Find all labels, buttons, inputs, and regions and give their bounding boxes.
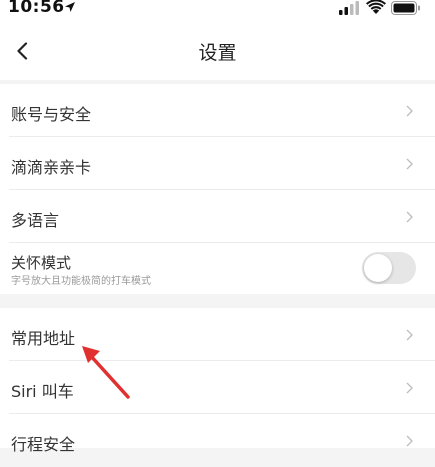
location-arrow-icon — [65, 2, 75, 12]
row-label: 行程安全 — [11, 435, 76, 454]
row-label: 常用地址 — [11, 329, 76, 348]
row-label: 多语言 — [11, 211, 60, 230]
settings-row-care-mode: 关怀模式 字号放大且功能极简的打车模式 — [0, 243, 435, 294]
settings-row-family-card[interactable]: 滴滴亲亲卡 — [0, 137, 435, 190]
page-title: 设置 — [198, 42, 237, 64]
row-label: Siri 叫车 — [11, 382, 74, 401]
row-subtitle: 字号放大且功能极简的打车模式 — [11, 276, 151, 287]
care-mode-toggle[interactable] — [362, 252, 416, 284]
toggle-knob — [364, 254, 392, 282]
settings-group-travel: 常用地址 Siri 叫车 行程安全 — [0, 308, 435, 454]
chevron-right-icon — [406, 158, 413, 170]
settings-row-common-address[interactable]: 常用地址 — [0, 308, 435, 361]
chevron-right-icon — [406, 105, 413, 117]
chevron-right-icon — [406, 329, 413, 341]
settings-group-account: 账号与安全 滴滴亲亲卡 多语言 关怀模式 字号放大且功能极简的打车模式 — [0, 84, 435, 294]
chevron-right-icon — [406, 382, 413, 394]
navigation-bar: 设置 — [0, 22, 435, 80]
settings-row-language[interactable]: 多语言 — [0, 190, 435, 243]
chevron-right-icon — [406, 211, 413, 223]
battery-icon — [391, 1, 420, 15]
row-label: 关怀模式 — [11, 254, 72, 272]
wifi-icon — [366, 0, 386, 14]
status-bar: 10:56 — [0, 0, 435, 22]
signal-icon — [339, 1, 359, 15]
status-time: 10:56 — [8, 0, 65, 17]
row-label: 滴滴亲亲卡 — [11, 158, 92, 177]
chevron-right-icon — [406, 435, 413, 447]
settings-row-siri[interactable]: Siri 叫车 — [0, 361, 435, 414]
settings-row-trip-safety[interactable]: 行程安全 — [0, 414, 435, 467]
row-label: 账号与安全 — [11, 105, 92, 124]
settings-row-account-security[interactable]: 账号与安全 — [0, 84, 435, 137]
